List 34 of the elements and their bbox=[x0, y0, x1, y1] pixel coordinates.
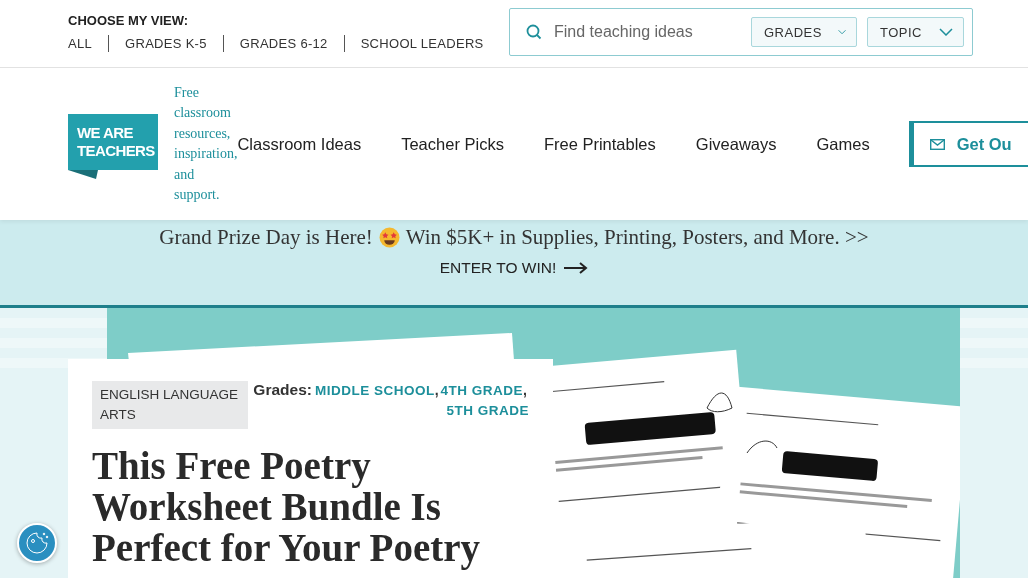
star-struck-emoji-icon bbox=[378, 226, 400, 248]
view-link[interactable]: SCHOOL LEADERS bbox=[343, 35, 500, 52]
filter-dropdown[interactable]: TOPIC bbox=[867, 17, 964, 47]
grade-link[interactable]: MIDDLE SCHOOL bbox=[314, 383, 435, 398]
enter-link[interactable]: ENTER TO WIN! bbox=[439, 259, 589, 277]
category-tag[interactable]: ENGLISH LANGUAGE ARTS bbox=[92, 381, 248, 429]
search-icon bbox=[526, 24, 542, 40]
separator: , bbox=[523, 382, 527, 398]
view-label: CHOOSE MY VIEW: bbox=[68, 13, 190, 28]
view-link[interactable]: GRADES 6-12 bbox=[222, 35, 344, 52]
grade-link[interactable]: 4TH GRADE bbox=[440, 383, 524, 398]
cookie-icon bbox=[24, 530, 50, 556]
nav-link[interactable]: Giveaways bbox=[695, 134, 777, 154]
banner-text: Win $5K+ in Supplies, Printing, Posters, and More. >> bbox=[405, 224, 869, 250]
nav-link[interactable]: Classroom Ideas bbox=[237, 134, 362, 154]
grades-label: Grades: bbox=[253, 381, 312, 399]
tagline: Free classroom resources, inspiration, and support. bbox=[174, 83, 238, 204]
subscribe-button[interactable]: Get Ou bbox=[908, 121, 1028, 167]
nav-link[interactable]: Teacher Picks bbox=[401, 134, 504, 154]
grade-link[interactable]: 5TH GRADE bbox=[446, 403, 529, 418]
search-field[interactable]: Find teaching ideas bbox=[552, 22, 741, 42]
filter-dropdown[interactable]: GRADES bbox=[751, 17, 857, 47]
view-link[interactable]: ALL bbox=[68, 35, 109, 52]
chevron-down-icon bbox=[939, 28, 953, 36]
nav-link[interactable]: Free Printables bbox=[543, 134, 656, 154]
arrow-right-icon bbox=[564, 262, 589, 274]
cookie-settings-button[interactable] bbox=[17, 523, 57, 563]
separator: , bbox=[434, 382, 439, 398]
envelope-icon bbox=[929, 138, 945, 150]
view-link[interactable]: GRADES K-5 bbox=[108, 35, 223, 52]
chevron-down-icon bbox=[837, 28, 846, 36]
banner-text: Grand Prize Day is Here! bbox=[159, 224, 373, 250]
nav-link[interactable]: Games bbox=[816, 134, 870, 154]
article-title: This Free Poetry Worksheet Bundle Is Perfect for Your Poetry bbox=[92, 445, 481, 568]
